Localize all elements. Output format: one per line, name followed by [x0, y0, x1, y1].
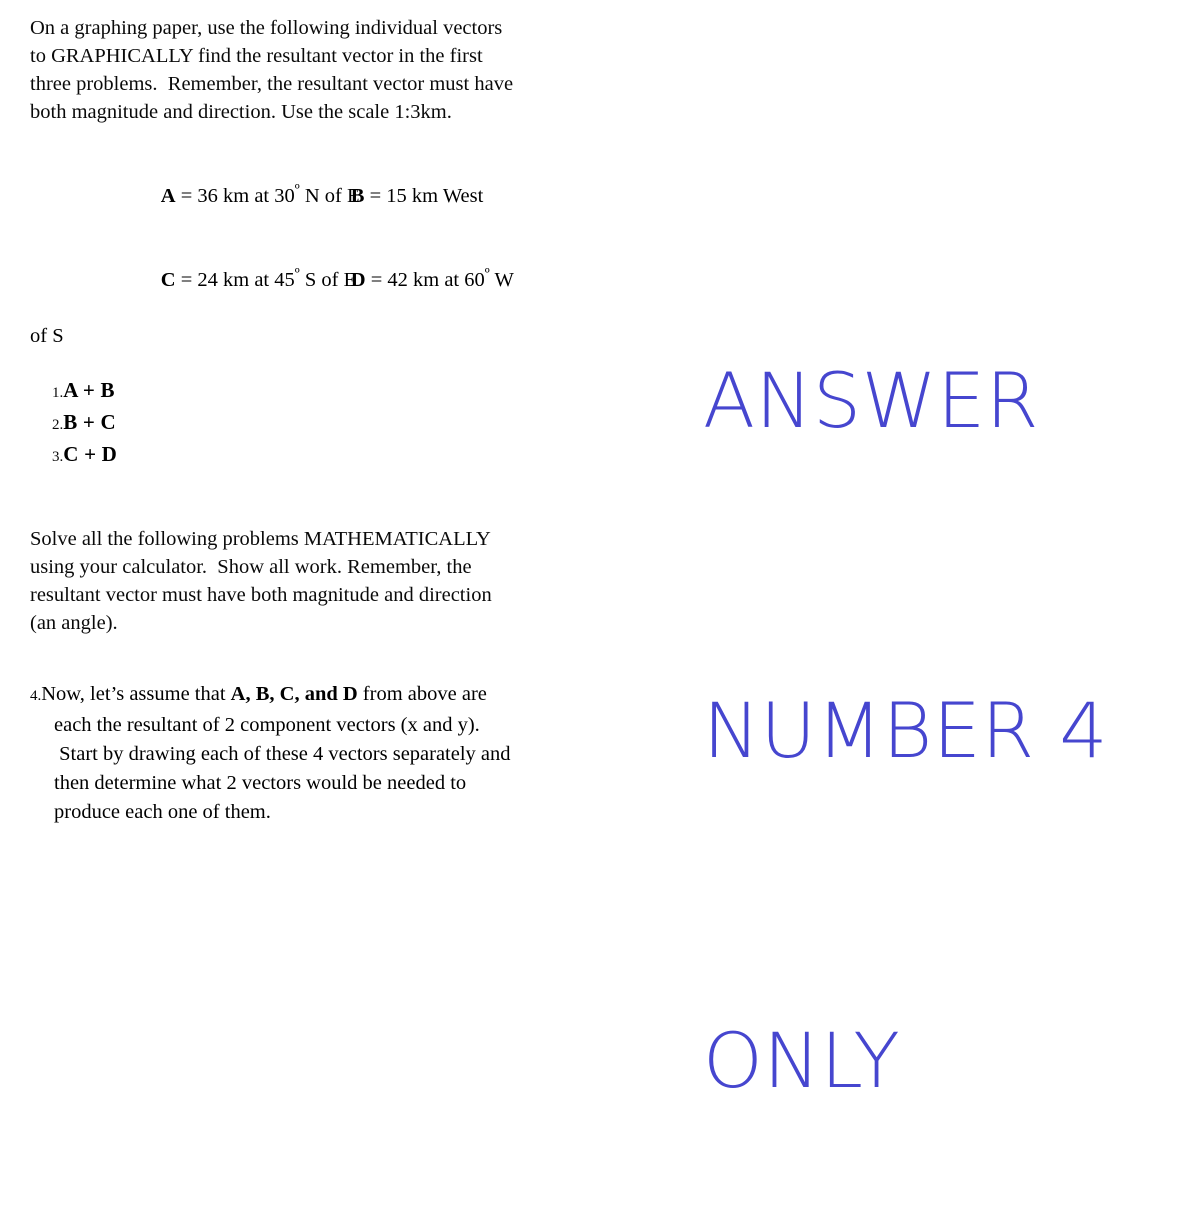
- answer-note-line-2: NUMBER 4: [703, 686, 1109, 775]
- answer-note-line-3: ONLY: [703, 1016, 901, 1105]
- vector-row-1: A = 36 km at 30º N of EB = 15 km West: [30, 154, 630, 238]
- item4-line-5-text: produce each one of them.: [54, 801, 271, 823]
- vector-definition-d: D = 42 km at 60º W: [351, 266, 514, 294]
- list-item: 2.B + C: [52, 408, 630, 440]
- item4-line-2-text: each the resultant of 2 component vector…: [54, 714, 480, 736]
- list-item: 3.C + D: [52, 440, 630, 472]
- problem-list: 1.A + B 2.B + C 3.C + D: [52, 376, 630, 472]
- vector-value-d: = 42 km at 60: [365, 269, 485, 291]
- intro-line-1: On a graphing paper, use the following i…: [30, 17, 503, 39]
- item4-text-before-bold: Now, let’s assume that: [41, 683, 231, 705]
- item4-line-3-text: Start by drawing each of these 4 vectors…: [54, 743, 511, 765]
- list-marker: 1.: [52, 385, 64, 401]
- item4-bold-vectors: A, B, C, and D: [230, 683, 358, 705]
- vector-value-c: = 24 km at 45: [175, 269, 295, 291]
- vector-wrapped-tail: of S: [30, 325, 64, 347]
- item4-marker: 4.: [30, 688, 42, 704]
- math-instructions-paragraph: Solve all the following problems MATHEMA…: [30, 525, 630, 637]
- item4-line-4: then determine what 2 vectors would be n…: [30, 769, 630, 798]
- vector-definition-b: B = 15 km West: [351, 182, 484, 210]
- list-item: 1.A + B: [52, 376, 630, 408]
- vector-name-c: C: [160, 269, 176, 291]
- intro-line-4: both magnitude and direction. Use the sc…: [30, 101, 452, 123]
- list-item-text: A + B: [63, 378, 115, 402]
- math-line-2: using your calculator. Show all work. Re…: [30, 556, 472, 578]
- item4-line-4-text: then determine what 2 vectors would be n…: [54, 772, 467, 794]
- vector-value-b: = 15 km West: [364, 185, 484, 207]
- item4-text-after-bold: from above are: [357, 683, 487, 705]
- vector-value-a: = 36 km at 30: [175, 185, 295, 207]
- vector-name-b: B: [350, 185, 365, 207]
- vector-direction-c: S of E: [299, 269, 357, 291]
- list-marker: 2.: [52, 417, 64, 433]
- intro-paragraph: On a graphing paper, use the following i…: [30, 14, 630, 126]
- math-line-4: (an angle).: [30, 612, 118, 634]
- list-marker: 3.: [52, 449, 64, 465]
- intro-line-3: three problems. Remember, the resultant …: [30, 73, 514, 95]
- math-line-1: Solve all the following problems MATHEMA…: [30, 528, 491, 550]
- vector-row-2: C = 24 km at 45º S of ED = 42 km at 60º …: [30, 238, 630, 322]
- problem-item-4: 4.Now, let’s assume that A, B, C, and D …: [30, 680, 630, 827]
- vector-definition-c: C = 24 km at 45º S of E: [61, 266, 356, 294]
- item4-line-2: each the resultant of 2 component vector…: [30, 711, 630, 740]
- answer-note-line-1: ANSWER: [703, 356, 1040, 445]
- list-item-text: C + D: [63, 442, 118, 466]
- answer-note: ANSWER NUMBER 4 ONLY: [703, 126, 1173, 1226]
- vector-name-a: A: [160, 185, 176, 207]
- worksheet-content: On a graphing paper, use the following i…: [30, 14, 630, 827]
- intro-line-2: to GRAPHICALLY find the resultant vector…: [30, 45, 483, 67]
- list-item-text: B + C: [63, 410, 116, 434]
- item4-line-5: produce each one of them.: [30, 798, 630, 827]
- vector-direction-d: W: [489, 269, 514, 291]
- item4-line-3: Start by drawing each of these 4 vectors…: [30, 740, 630, 769]
- vector-definition-a: A = 36 km at 30º N of E: [61, 182, 360, 210]
- math-line-3: resultant vector must have both magnitud…: [30, 584, 492, 606]
- vector-definitions: A = 36 km at 30º N of EB = 15 km West C …: [30, 154, 630, 322]
- item4-line-1: 4.Now, let’s assume that A, B, C, and D …: [30, 680, 630, 711]
- vector-name-d: D: [350, 269, 366, 291]
